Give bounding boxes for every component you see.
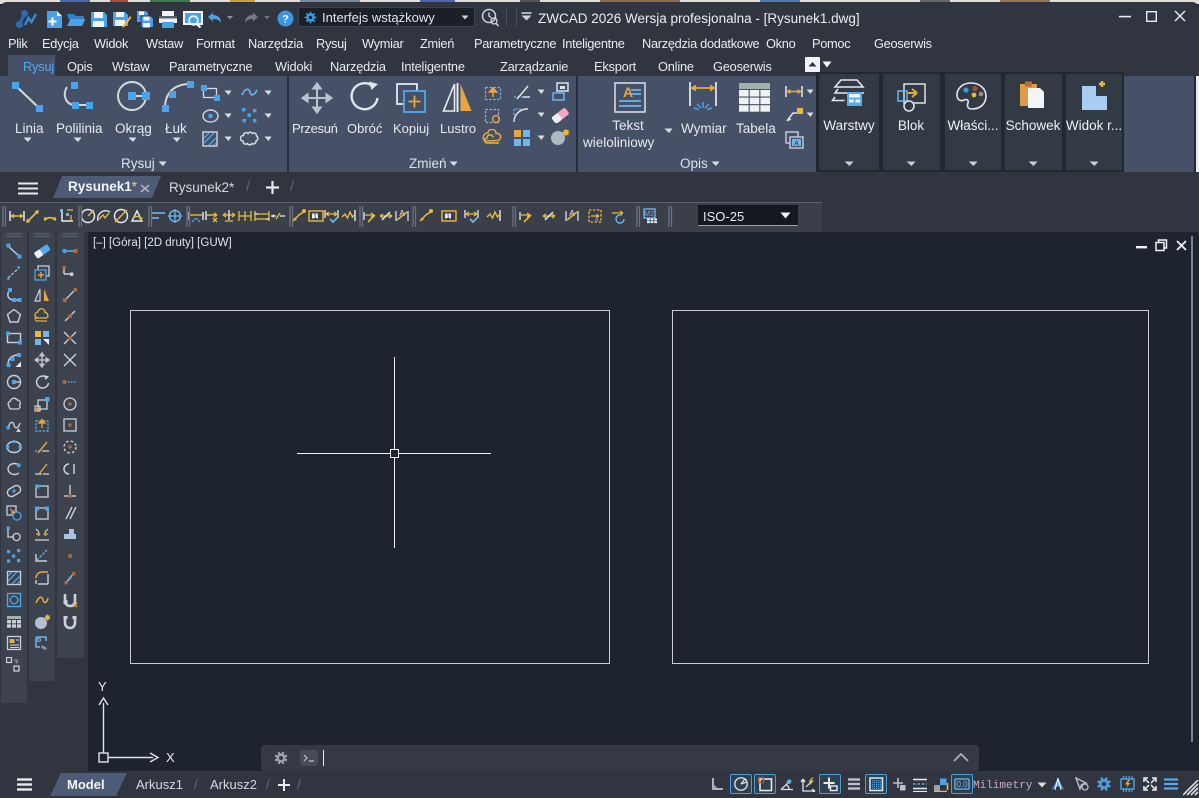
svg-text:A: A [623,84,633,100]
svg-text:?: ? [282,14,289,26]
svg-text:a: a [595,217,599,223]
svg-text:0.0: 0.0 [956,780,968,789]
svg-text:M2: M2 [644,211,654,218]
svg-text:A: A [794,141,799,148]
